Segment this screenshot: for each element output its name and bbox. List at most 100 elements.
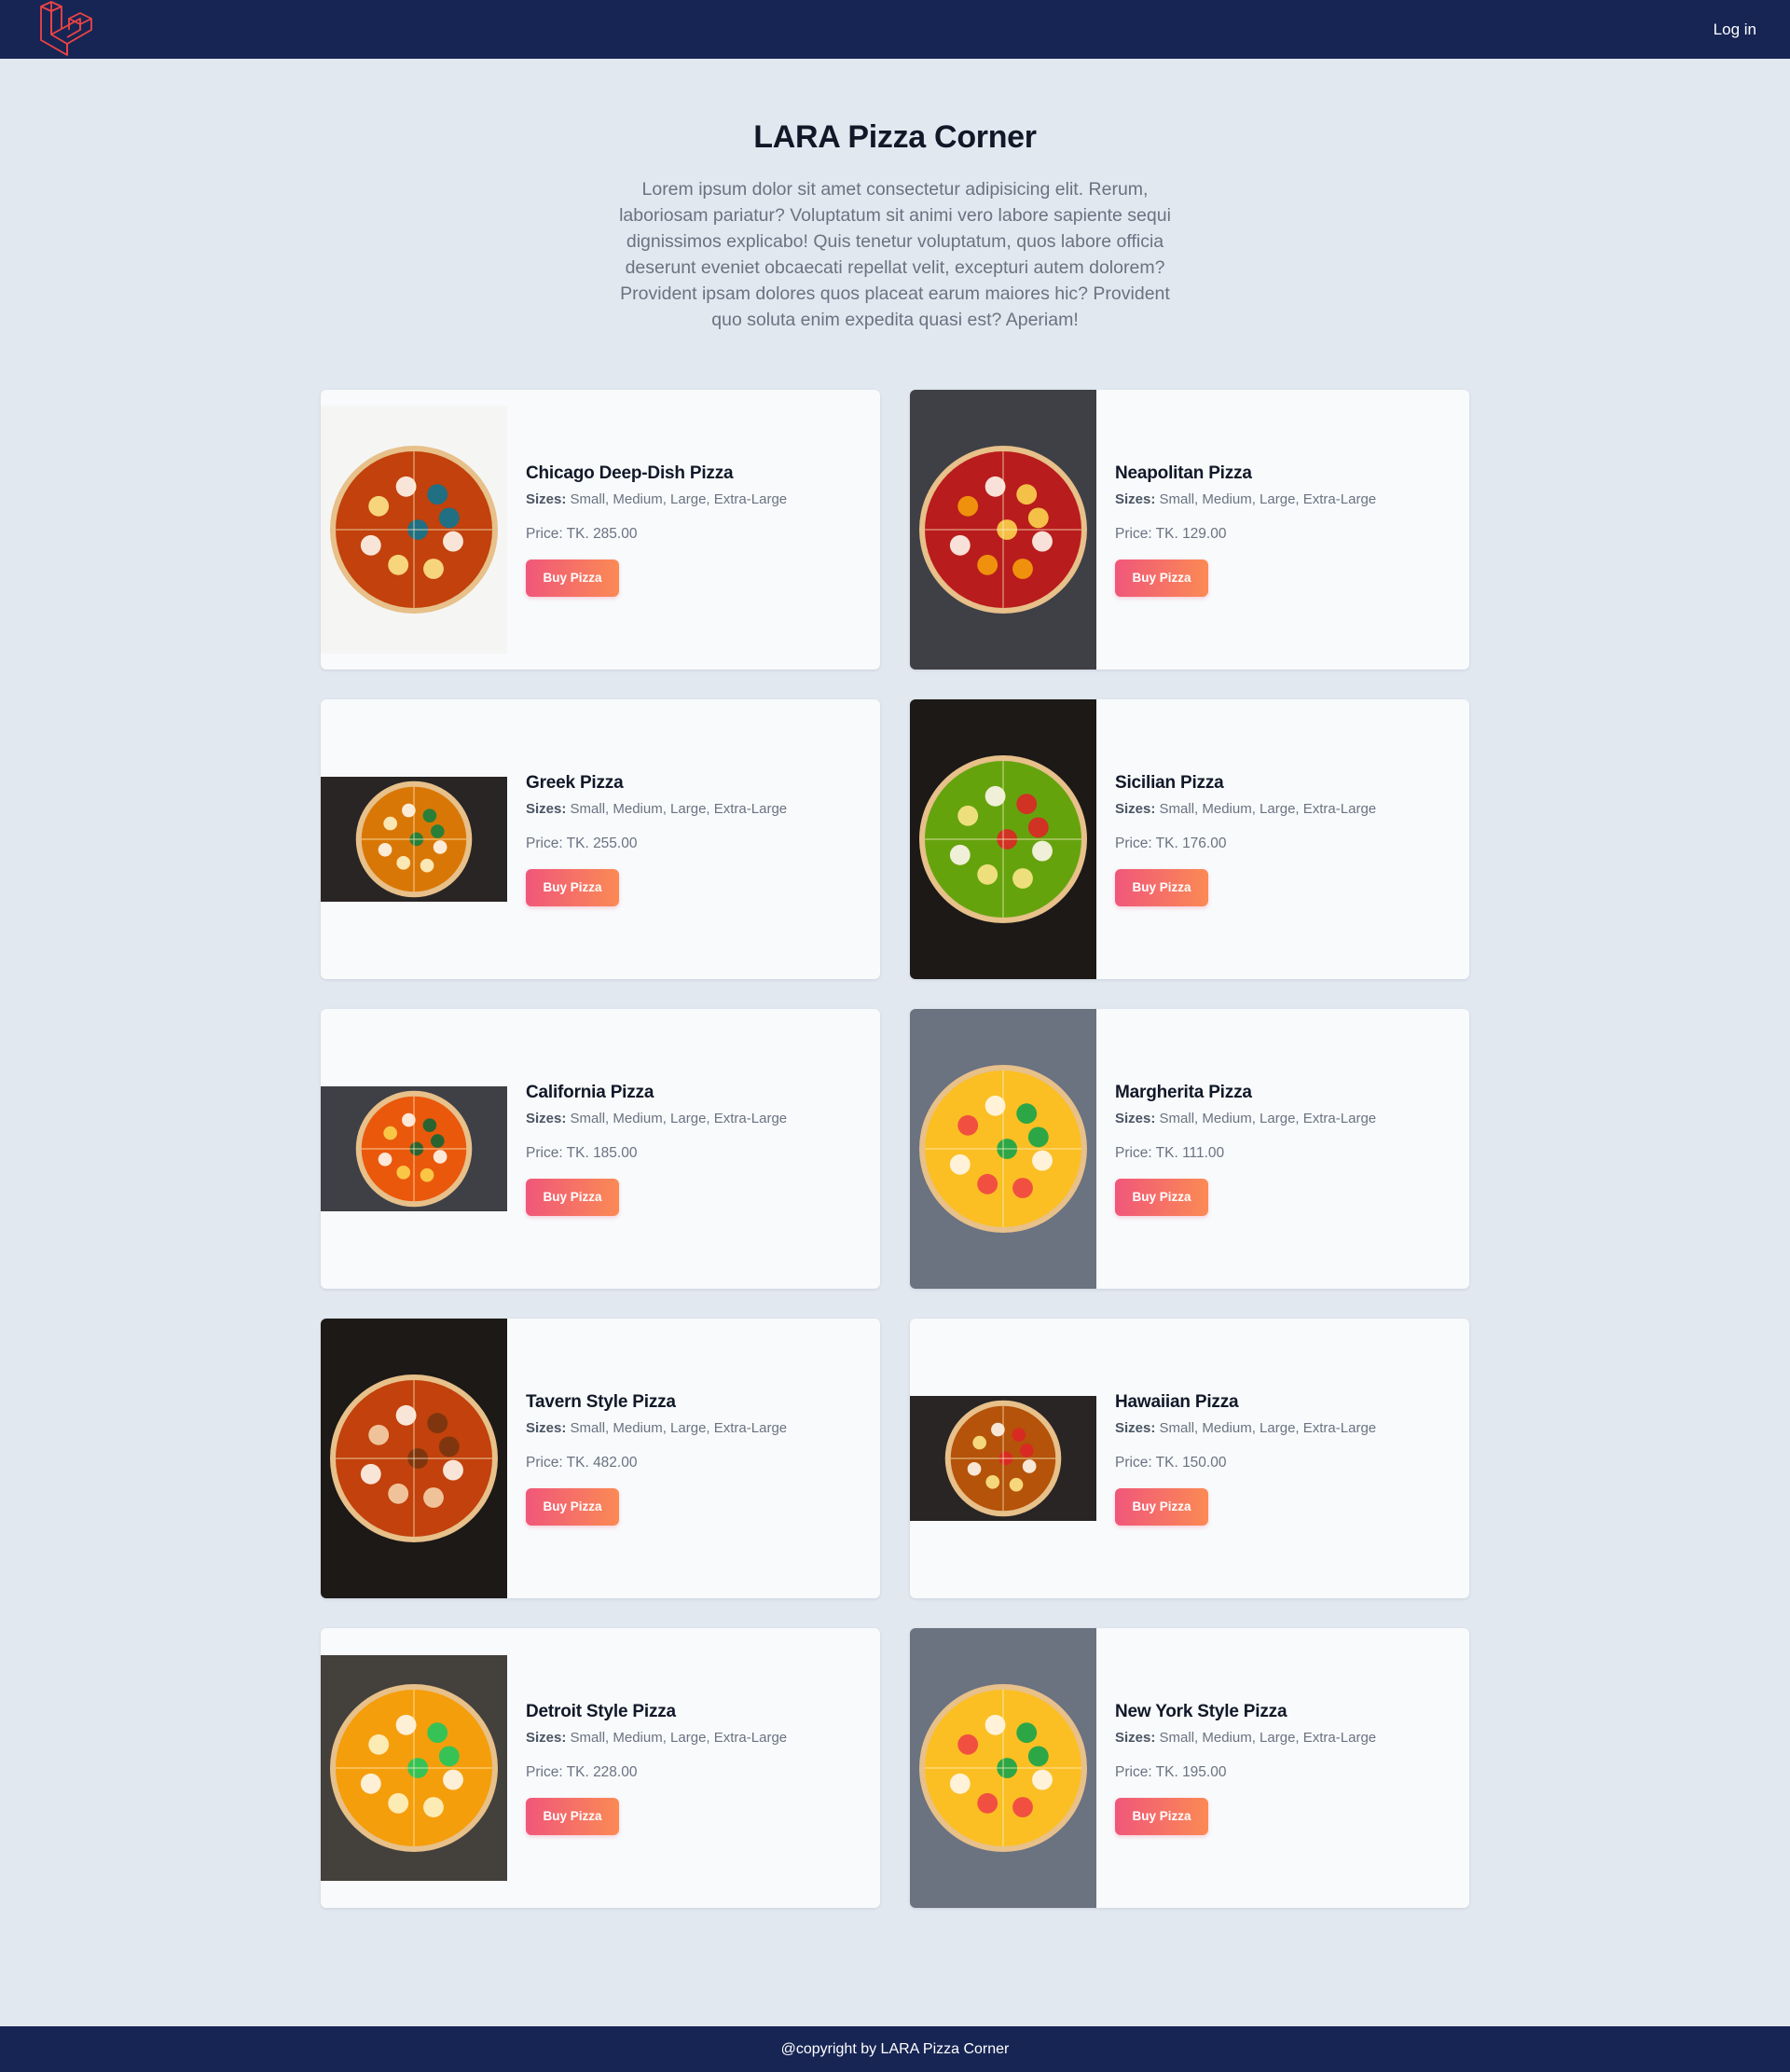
pizza-info: Detroit Style Pizza Sizes: Small, Medium…: [507, 1628, 787, 1908]
sizes-value: Small, Medium, Large, Extra-Large: [570, 1110, 788, 1126]
page-title: LARA Pizza Corner: [753, 119, 1037, 155]
pizza-photo: [321, 777, 507, 902]
pizza-photo-frame: [910, 390, 1096, 670]
buy-pizza-button[interactable]: Buy Pizza: [526, 1487, 619, 1526]
buy-pizza-button[interactable]: Buy Pizza: [1115, 1487, 1208, 1526]
pizza-sizes: Sizes: Small, Medium, Large, Extra-Large: [526, 491, 787, 507]
pizza-card: Greek Pizza Sizes: Small, Medium, Large,…: [321, 699, 880, 979]
pizza-photo-frame: [910, 1009, 1096, 1289]
pizza-card: Chicago Deep-Dish Pizza Sizes: Small, Me…: [321, 390, 880, 670]
pizza-photo-frame: [321, 699, 507, 979]
copyright-text: @copyright by LARA Pizza Corner: [780, 2040, 1010, 2057]
buy-pizza-button[interactable]: Buy Pizza: [1115, 1797, 1208, 1835]
pizza-name: Neapolitan Pizza: [1115, 463, 1252, 483]
pizza-photo-frame: [910, 1319, 1096, 1598]
pizza-photo: [910, 390, 1096, 670]
sizes-label: Sizes:: [1115, 800, 1156, 817]
sizes-value: Small, Medium, Large, Extra-Large: [1159, 1419, 1377, 1436]
pizza-photo-frame: [910, 699, 1096, 979]
pizza-sizes: Sizes: Small, Medium, Large, Extra-Large: [526, 1730, 787, 1746]
pizza-name: Sicilian Pizza: [1115, 772, 1224, 793]
buy-pizza-button[interactable]: Buy Pizza: [1115, 868, 1208, 906]
pizza-photo-frame: [321, 1009, 507, 1289]
pizza-info: Sicilian Pizza Sizes: Small, Medium, Lar…: [1096, 699, 1376, 979]
pizza-card: California Pizza Sizes: Small, Medium, L…: [321, 1009, 880, 1289]
pizza-info: Greek Pizza Sizes: Small, Medium, Large,…: [507, 699, 787, 979]
pizza-info: New York Style Pizza Sizes: Small, Mediu…: [1096, 1628, 1376, 1908]
pizza-card: Neapolitan Pizza Sizes: Small, Medium, L…: [910, 390, 1469, 670]
pizza-card: Sicilian Pizza Sizes: Small, Medium, Lar…: [910, 699, 1469, 979]
pizza-info: Tavern Style Pizza Sizes: Small, Medium,…: [507, 1319, 787, 1598]
pizza-sizes: Sizes: Small, Medium, Large, Extra-Large: [526, 1111, 787, 1126]
pizza-photo-frame: [910, 1628, 1096, 1908]
pizza-card: Hawaiian Pizza Sizes: Small, Medium, Lar…: [910, 1319, 1469, 1598]
pizza-name: Detroit Style Pizza: [526, 1701, 676, 1721]
pizza-sizes: Sizes: Small, Medium, Large, Extra-Large: [1115, 1730, 1376, 1746]
pizza-sizes: Sizes: Small, Medium, Large, Extra-Large: [1115, 1420, 1376, 1436]
pizza-price: Price: TK. 150.00: [1115, 1454, 1227, 1471]
pizza-info: California Pizza Sizes: Small, Medium, L…: [507, 1009, 787, 1289]
pizza-price: Price: TK. 185.00: [526, 1144, 638, 1161]
pizza-name: Margherita Pizza: [1115, 1082, 1252, 1102]
pizza-sizes: Sizes: Small, Medium, Large, Extra-Large: [1115, 801, 1376, 817]
pizza-info: Neapolitan Pizza Sizes: Small, Medium, L…: [1096, 390, 1376, 670]
pizza-card: Margherita Pizza Sizes: Small, Medium, L…: [910, 1009, 1469, 1289]
sizes-label: Sizes:: [526, 1110, 567, 1126]
pizza-sizes: Sizes: Small, Medium, Large, Extra-Large: [1115, 491, 1376, 507]
pizza-info: Hawaiian Pizza Sizes: Small, Medium, Lar…: [1096, 1319, 1376, 1598]
hero-description: Lorem ipsum dolor sit amet consectetur a…: [619, 179, 1171, 330]
buy-pizza-button[interactable]: Buy Pizza: [526, 559, 619, 597]
pizza-sizes: Sizes: Small, Medium, Large, Extra-Large: [526, 801, 787, 817]
sizes-label: Sizes:: [526, 800, 567, 817]
buy-pizza-button[interactable]: Buy Pizza: [526, 868, 619, 906]
pizza-photo: [910, 1396, 1096, 1521]
pizza-price: Price: TK. 195.00: [1115, 1763, 1227, 1780]
pizza-price: Price: TK. 228.00: [526, 1763, 638, 1780]
pizza-info: Margherita Pizza Sizes: Small, Medium, L…: [1096, 1009, 1376, 1289]
sizes-value: Small, Medium, Large, Extra-Large: [570, 490, 788, 507]
pizza-photo: [321, 406, 507, 654]
footer: @copyright by LARA Pizza Corner: [0, 2026, 1790, 2072]
sizes-value: Small, Medium, Large, Extra-Large: [570, 1729, 788, 1746]
pizza-card: Tavern Style Pizza Sizes: Small, Medium,…: [321, 1319, 880, 1598]
buy-pizza-button[interactable]: Buy Pizza: [526, 1797, 619, 1835]
pizza-price: Price: TK. 285.00: [526, 525, 638, 542]
sizes-value: Small, Medium, Large, Extra-Large: [1159, 490, 1377, 507]
pizza-info: Chicago Deep-Dish Pizza Sizes: Small, Me…: [507, 390, 787, 670]
pizza-photo-frame: [321, 1319, 507, 1598]
pizza-name: Greek Pizza: [526, 772, 624, 793]
pizza-price: Price: TK. 176.00: [1115, 835, 1227, 851]
sizes-value: Small, Medium, Large, Extra-Large: [1159, 1729, 1377, 1746]
pizza-name: New York Style Pizza: [1115, 1701, 1287, 1721]
pizza-name: Tavern Style Pizza: [526, 1391, 676, 1412]
pizza-photo: [321, 1086, 507, 1211]
sizes-label: Sizes:: [526, 1419, 567, 1436]
pizza-sizes: Sizes: Small, Medium, Large, Extra-Large: [526, 1420, 787, 1436]
buy-pizza-button[interactable]: Buy Pizza: [526, 1178, 619, 1216]
pizza-photo-frame: [321, 1628, 507, 1908]
pizza-price: Price: TK. 129.00: [1115, 525, 1227, 542]
pizza-card: New York Style Pizza Sizes: Small, Mediu…: [910, 1628, 1469, 1908]
pizza-name: California Pizza: [526, 1082, 654, 1102]
buy-pizza-button[interactable]: Buy Pizza: [1115, 1178, 1208, 1216]
login-link[interactable]: Log in: [1714, 21, 1756, 39]
buy-pizza-button[interactable]: Buy Pizza: [1115, 559, 1208, 597]
top-nav: Log in: [0, 0, 1790, 59]
sizes-value: Small, Medium, Large, Extra-Large: [1159, 1110, 1377, 1126]
pizza-photo: [910, 1009, 1096, 1289]
pizza-photo: [321, 1655, 507, 1881]
pizza-price: Price: TK. 255.00: [526, 835, 638, 851]
sizes-label: Sizes:: [1115, 490, 1156, 507]
pizza-price: Price: TK. 482.00: [526, 1454, 638, 1471]
pizza-price: Price: TK. 111.00: [1115, 1144, 1225, 1161]
laravel-logo-icon[interactable]: [37, 0, 95, 59]
sizes-label: Sizes:: [526, 1729, 567, 1746]
sizes-label: Sizes:: [1115, 1729, 1156, 1746]
sizes-label: Sizes:: [1115, 1419, 1156, 1436]
pizza-photo: [910, 1628, 1096, 1908]
sizes-value: Small, Medium, Large, Extra-Large: [570, 800, 788, 817]
pizza-sizes: Sizes: Small, Medium, Large, Extra-Large: [1115, 1111, 1376, 1126]
pizza-photo-frame: [321, 390, 507, 670]
pizza-photo: [910, 699, 1096, 979]
sizes-value: Small, Medium, Large, Extra-Large: [1159, 800, 1377, 817]
